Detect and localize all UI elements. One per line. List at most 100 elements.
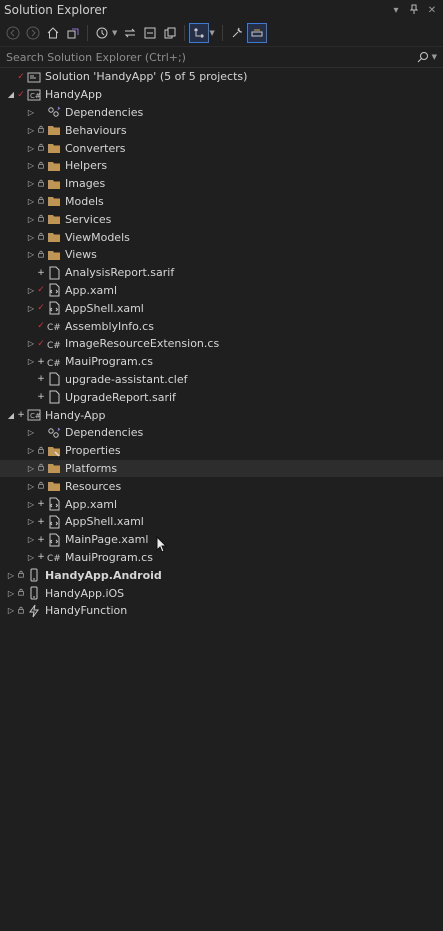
search-icon[interactable] bbox=[416, 50, 430, 64]
chevron-right-icon[interactable]: ▷ bbox=[26, 233, 36, 242]
tree-item-file-mainpage-xaml[interactable]: ▷ + MainPage.xaml bbox=[0, 531, 443, 549]
tree-item-dependencies[interactable]: ▷ Dependencies bbox=[0, 104, 443, 122]
chevron-right-icon[interactable]: ▷ bbox=[26, 482, 36, 491]
tree-item-project-android[interactable]: ▷ HandyApp.Android bbox=[0, 566, 443, 584]
search-input[interactable] bbox=[4, 50, 416, 64]
tree-item-folder-helpers[interactable]: ▷ Helpers bbox=[0, 157, 443, 175]
chevron-expanded-icon[interactable]: ◢ bbox=[6, 411, 16, 420]
chevron-right-icon[interactable]: ▷ bbox=[26, 446, 36, 455]
tree-item-folder-services[interactable]: ▷ Services bbox=[0, 210, 443, 228]
plus-icon: + bbox=[37, 552, 45, 563]
switch-views-icon[interactable] bbox=[64, 24, 82, 42]
tree-item-folder-viewmodels[interactable]: ▷ ViewModels bbox=[0, 228, 443, 246]
svg-text:C#: C# bbox=[47, 323, 61, 333]
tree-item-label: Dependencies bbox=[65, 426, 144, 440]
tree-item-file-appshell-xaml[interactable]: ▷ ✓ AppShell.xaml bbox=[0, 299, 443, 317]
tree-item-folder-images[interactable]: ▷ Images bbox=[0, 175, 443, 193]
tree-item-file-app-xaml-2[interactable]: ▷ + App.xaml bbox=[0, 495, 443, 513]
tree-item-label: ViewModels bbox=[65, 230, 130, 244]
chevron-right-icon[interactable]: ▷ bbox=[26, 517, 36, 526]
chevron-right-icon[interactable]: ▷ bbox=[26, 161, 36, 170]
chevron-right-icon[interactable]: ▷ bbox=[26, 250, 36, 259]
tree-item-folder-converters[interactable]: ▷ Converters bbox=[0, 139, 443, 157]
chevron-right-icon[interactable]: ▷ bbox=[26, 357, 36, 366]
chevron-down-icon[interactable]: ▼ bbox=[209, 29, 214, 37]
properties-wrench-icon[interactable] bbox=[228, 24, 246, 42]
sync-icon[interactable] bbox=[121, 24, 139, 42]
chevron-right-icon[interactable]: ▷ bbox=[6, 571, 16, 580]
csharp-file-icon: C# bbox=[46, 550, 62, 564]
tree-item-label: HandyApp.Android bbox=[45, 568, 162, 582]
folder-icon bbox=[46, 212, 62, 226]
back-icon[interactable] bbox=[4, 24, 22, 42]
tree-item-project-handy-app[interactable]: ◢ + C# Handy-App bbox=[0, 406, 443, 424]
chevron-right-icon[interactable]: ▷ bbox=[26, 464, 36, 473]
chevron-down-icon[interactable]: ▼ bbox=[112, 29, 117, 37]
chevron-right-icon[interactable]: ▷ bbox=[26, 553, 36, 562]
chevron-right-icon[interactable]: ▷ bbox=[26, 286, 36, 295]
tree-item-label: AnalysisReport.sarif bbox=[65, 266, 175, 280]
chevron-expanded-icon[interactable]: ◢ bbox=[6, 90, 16, 99]
chevron-right-icon[interactable]: ▷ bbox=[26, 108, 36, 117]
tree-item-file-upgradereport[interactable]: + UpgradeReport.sarif bbox=[0, 388, 443, 406]
tree-item-file-mauiprogram-2[interactable]: ▷ + C# MauiProgram.cs bbox=[0, 549, 443, 567]
tree-item-label: ImageResourceExtension.cs bbox=[65, 337, 220, 351]
chevron-right-icon[interactable]: ▷ bbox=[26, 304, 36, 313]
tree-item-folder-properties[interactable]: ▷ Properties bbox=[0, 442, 443, 460]
lock-icon bbox=[36, 179, 46, 189]
tree-item-project-ios[interactable]: ▷ HandyApp.iOS bbox=[0, 584, 443, 602]
chevron-right-icon[interactable]: ▷ bbox=[26, 500, 36, 509]
tree-item-folder-behaviours[interactable]: ▷ Behaviours bbox=[0, 121, 443, 139]
tree-item-file-upgrade-assistant[interactable]: + upgrade-assistant.clef bbox=[0, 371, 443, 389]
checkmark-icon: ✓ bbox=[37, 285, 45, 296]
search-bar: ▼ bbox=[0, 47, 443, 68]
show-all-files-icon[interactable] bbox=[161, 24, 179, 42]
chevron-right-icon[interactable]: ▷ bbox=[26, 535, 36, 544]
tree-item-label: HandyApp bbox=[45, 88, 102, 102]
forward-icon[interactable] bbox=[24, 24, 42, 42]
tree-item-label: MauiProgram.cs bbox=[65, 550, 153, 564]
tree-item-folder-platforms[interactable]: ▷ Platforms bbox=[0, 459, 443, 478]
chevron-right-icon[interactable]: ▷ bbox=[26, 428, 36, 437]
tree-item-folder-resources[interactable]: ▷ Resources bbox=[0, 477, 443, 495]
chevron-right-icon[interactable]: ▷ bbox=[26, 197, 36, 206]
chevron-right-icon[interactable]: ▷ bbox=[26, 339, 36, 348]
preview-selected-icon[interactable] bbox=[189, 23, 210, 43]
pending-changes-icon[interactable] bbox=[93, 24, 111, 42]
tree-item-project-handyapp[interactable]: ◢ ✓ C# HandyApp bbox=[0, 86, 443, 104]
tree-item-label: Handy-App bbox=[45, 408, 106, 422]
dropdown-icon[interactable]: ▾ bbox=[389, 5, 403, 16]
tree-item-file-app-xaml[interactable]: ▷ ✓ App.xaml bbox=[0, 282, 443, 300]
chevron-right-icon[interactable]: ▷ bbox=[6, 606, 16, 615]
chevron-right-icon[interactable]: ▷ bbox=[26, 215, 36, 224]
tree-item-label: AssemblyInfo.cs bbox=[65, 319, 154, 333]
chevron-right-icon[interactable]: ▷ bbox=[26, 179, 36, 188]
tree-item-file-assemblyinfo[interactable]: ✓ C# AssemblyInfo.cs bbox=[0, 317, 443, 335]
tree-item-file-analysisreport[interactable]: + AnalysisReport.sarif bbox=[0, 264, 443, 282]
checkmark-icon: ✓ bbox=[37, 303, 45, 314]
chevron-right-icon[interactable]: ▷ bbox=[6, 589, 16, 598]
tree-item-dependencies-2[interactable]: ▷ Dependencies bbox=[0, 424, 443, 442]
home-icon[interactable] bbox=[44, 24, 62, 42]
tree-item-file-imageresourceextension[interactable]: ▷ ✓ C# ImageResourceExtension.cs bbox=[0, 335, 443, 353]
tree-item-label: Resources bbox=[65, 479, 122, 493]
lock-icon bbox=[36, 161, 46, 171]
tree-item-file-appshell-xaml-2[interactable]: ▷ + AppShell.xaml bbox=[0, 513, 443, 531]
xaml-file-icon bbox=[46, 283, 62, 297]
tree-item-folder-models[interactable]: ▷ Models bbox=[0, 193, 443, 211]
csharp-file-icon: C# bbox=[46, 319, 62, 333]
tree-item-label: Platforms bbox=[65, 461, 118, 475]
chevron-right-icon[interactable]: ▷ bbox=[26, 126, 36, 135]
tree-item-file-mauiprogram[interactable]: ▷ + C# MauiProgram.cs bbox=[0, 353, 443, 371]
close-icon[interactable]: ✕ bbox=[425, 5, 439, 16]
folder-icon bbox=[46, 123, 62, 137]
chevron-right-icon[interactable]: ▷ bbox=[26, 144, 36, 153]
chevron-down-icon[interactable]: ▼ bbox=[432, 53, 437, 61]
tree-item-solution-root[interactable]: ✓ Solution 'HandyApp' (5 of 5 projects) bbox=[0, 68, 443, 86]
collapse-all-icon[interactable] bbox=[141, 24, 159, 42]
pin-icon[interactable] bbox=[407, 4, 421, 17]
preview-icon[interactable] bbox=[246, 23, 267, 43]
tree-item-folder-views[interactable]: ▷ Views bbox=[0, 246, 443, 264]
tree-item-project-handyfunction[interactable]: ▷ HandyFunction bbox=[0, 602, 443, 620]
dependencies-icon bbox=[46, 105, 62, 119]
